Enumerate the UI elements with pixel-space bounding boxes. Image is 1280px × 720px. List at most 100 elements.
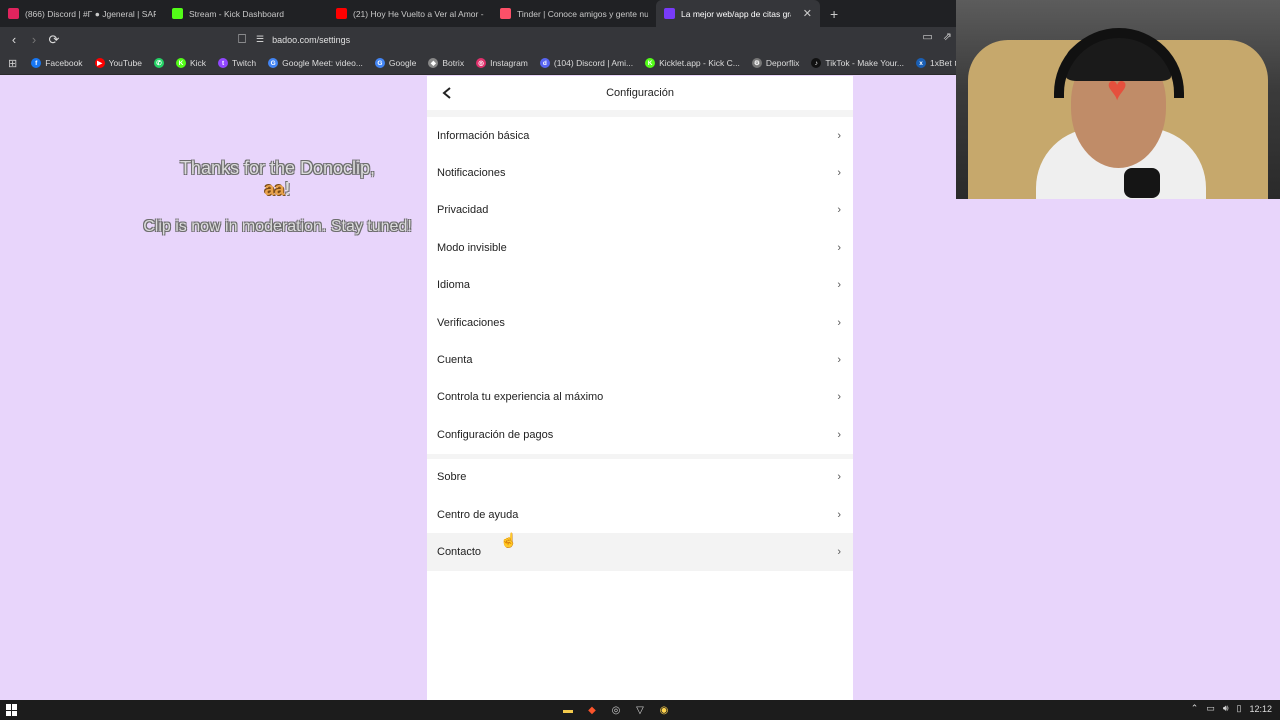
cast-icon[interactable]: ▭ [922, 30, 932, 43]
reload-icon[interactable]: ⟳ [44, 30, 64, 50]
settings-item[interactable]: Modo invisible › [427, 229, 853, 266]
settings-item-label: Controla tu experiencia al máximo [437, 391, 604, 404]
youtube-icon: ▶ [94, 58, 105, 68]
1xbet-icon: x [916, 58, 926, 68]
browser-tab[interactable]: Stream - Kick Dashboard [164, 0, 328, 27]
network-icon[interactable]: ▭ [1206, 703, 1215, 714]
browser-tab[interactable]: Tinder | Conoce amigos y gente nue [492, 0, 656, 27]
settings-item-label: Idioma [437, 279, 471, 292]
bookmark-item[interactable]: K Kicklet.app - Kick C... [639, 58, 746, 68]
clock[interactable]: 12:12 [1249, 704, 1272, 714]
settings-header: Configuración [427, 76, 853, 110]
navigation-bar: ‹ › ⟳ ⎕ ☰ badoo.com/settings ▭ ⇗ [0, 27, 956, 52]
brave-browser-icon[interactable]: ◆ [584, 702, 600, 718]
close-tab-icon[interactable]: ✕ [803, 7, 812, 20]
facebook-icon: f [31, 58, 42, 68]
bookmark-item[interactable]: K Kick [170, 58, 212, 68]
bookmark-page-icon[interactable]: ⎕ [232, 29, 252, 49]
bookmark-item[interactable]: f Facebook [25, 58, 88, 68]
settings-item[interactable]: Notificaciones › [427, 154, 853, 191]
bookmark-label: Kick [189, 58, 207, 68]
bookmark-item[interactable]: ⚙ Deporflix [746, 58, 806, 68]
settings-item-label: Notificaciones [437, 167, 506, 180]
settings-item[interactable]: Controla tu experiencia al máximo › [427, 379, 853, 416]
browser-tab[interactable]: (21) Hoy He Vuelto a Ver al Amor - Y [328, 0, 492, 27]
chevron-right-icon: › [837, 354, 841, 367]
settings-item-label: Sobre [437, 471, 467, 484]
tray-chevron-icon[interactable]: ⌃ [1191, 703, 1199, 714]
bookmark-label: Twitch [232, 58, 257, 68]
browser-tab[interactable]: La mejor web/app de citas grat ✕ [656, 0, 820, 27]
chevron-right-icon: › [837, 167, 841, 180]
settings-item[interactable]: Información básica › [427, 117, 853, 154]
settings-item[interactable]: Centro de ayuda › [427, 496, 853, 533]
system-tray: ⌃ ▭ 🔊︎ ▯ 12:12 [1191, 703, 1272, 714]
settings-item[interactable]: Privacidad › [427, 192, 853, 229]
bookmark-list: f Facebook ▶ YouTube ✆ K Kick t Twitch G Google Me… [25, 58, 993, 69]
settings-item[interactable]: Contacto › [427, 533, 853, 571]
mouse-cursor-icon: ☝ [500, 532, 518, 548]
whatsapp-icon: ✆ [153, 58, 164, 68]
app-icon[interactable]: ◉ [656, 702, 672, 718]
tab-title: Stream - Kick Dashboard [189, 8, 284, 19]
chevron-right-icon: › [837, 508, 841, 521]
forward-nav-icon[interactable]: › [24, 30, 44, 50]
heart-filter-icon: ♥ [1107, 70, 1128, 108]
settings-item-label: Privacidad [437, 204, 489, 217]
browser-tab[interactable]: (866) Discord | #Γ ● Jgeneral | SAPO [0, 0, 164, 27]
tab-list: (866) Discord | #Γ ● Jgeneral | SAPO Stre… [0, 0, 820, 27]
settings-item[interactable]: Sobre › [427, 459, 853, 496]
windows-start-icon[interactable] [6, 704, 18, 716]
bookmark-item[interactable]: ▶ YouTube [89, 58, 148, 68]
settings-item[interactable]: Verificaciones › [427, 304, 853, 341]
chevron-right-icon: › [837, 129, 841, 142]
tab-title: Tinder | Conoce amigos y gente nue [517, 8, 648, 19]
new-tab-button[interactable]: + [820, 6, 848, 22]
volume-icon[interactable]: 🔊︎ [1223, 703, 1229, 714]
badoo-icon [664, 8, 675, 19]
bookmark-item[interactable]: G Google Meet: video... [262, 58, 369, 68]
deporflix-icon: ⚙ [751, 58, 762, 68]
kicklet-icon: K [645, 58, 656, 68]
bookmark-item[interactable]: t Twitch [212, 58, 262, 68]
discord-icon: d [539, 58, 550, 68]
page-title: Configuración [606, 87, 674, 99]
bookmark-item[interactable]: d (104) Discord | Ami... [534, 58, 639, 68]
address-url: badoo.com/settings [272, 34, 351, 45]
bookmark-item[interactable]: ✆ [148, 58, 170, 68]
bookmark-label: Deporflix [765, 58, 800, 68]
chevron-right-icon: › [837, 428, 841, 441]
back-arrow-icon[interactable] [437, 83, 457, 103]
bookmark-item[interactable]: ◆ Botrix [422, 58, 470, 68]
bookmark-item[interactable]: ♪ TikTok - Make Your... [805, 58, 910, 68]
chevron-right-icon: › [837, 316, 841, 329]
twitch-icon: t [218, 58, 229, 68]
settings-item[interactable]: Idioma › [427, 267, 853, 304]
toolbar-actions: ▭ ⇗ [922, 30, 952, 43]
bookmark-item[interactable]: ◎ Instagram [470, 58, 534, 68]
apps-grid-icon[interactable]: ⊞ [8, 57, 17, 70]
file-explorer-icon[interactable]: ▬ [560, 702, 576, 718]
settings-item[interactable]: Configuración de pagos › [427, 416, 853, 453]
vpn-icon[interactable]: ▽ [632, 702, 648, 718]
back-nav-icon[interactable]: ‹ [4, 30, 24, 50]
os-taskbar: ▬ ◆ ◎ ▽ ◉ ⌃ ▭ 🔊︎ ▯ 12:12 [0, 700, 1280, 720]
settings-item-label: Información básica [437, 129, 530, 142]
settings-item[interactable]: Cuenta › [427, 341, 853, 378]
microphone-icon [1124, 168, 1160, 198]
obs-icon[interactable]: ◎ [608, 702, 624, 718]
tinder-icon [500, 8, 511, 19]
share-icon[interactable]: ⇗ [943, 30, 952, 43]
botrix-icon: ◆ [428, 58, 439, 68]
settings-item-label: Centro de ayuda [437, 508, 519, 521]
settings-item-label: Contacto [437, 545, 482, 558]
kick-icon: K [175, 58, 186, 68]
battery-icon[interactable]: ▯ [1237, 703, 1242, 714]
donoclip-alert: Thanks for the Donoclip, aa! Clip is now… [120, 158, 435, 236]
bookmark-item[interactable]: G Google [369, 58, 422, 68]
site-info-icon[interactable]: ☰ [256, 34, 264, 45]
address-bar[interactable]: ☰ badoo.com/settings [256, 30, 916, 49]
taskbar-apps: ▬ ◆ ◎ ▽ ◉ [560, 702, 672, 718]
kick-icon [172, 8, 183, 19]
youtube-icon [336, 8, 347, 19]
